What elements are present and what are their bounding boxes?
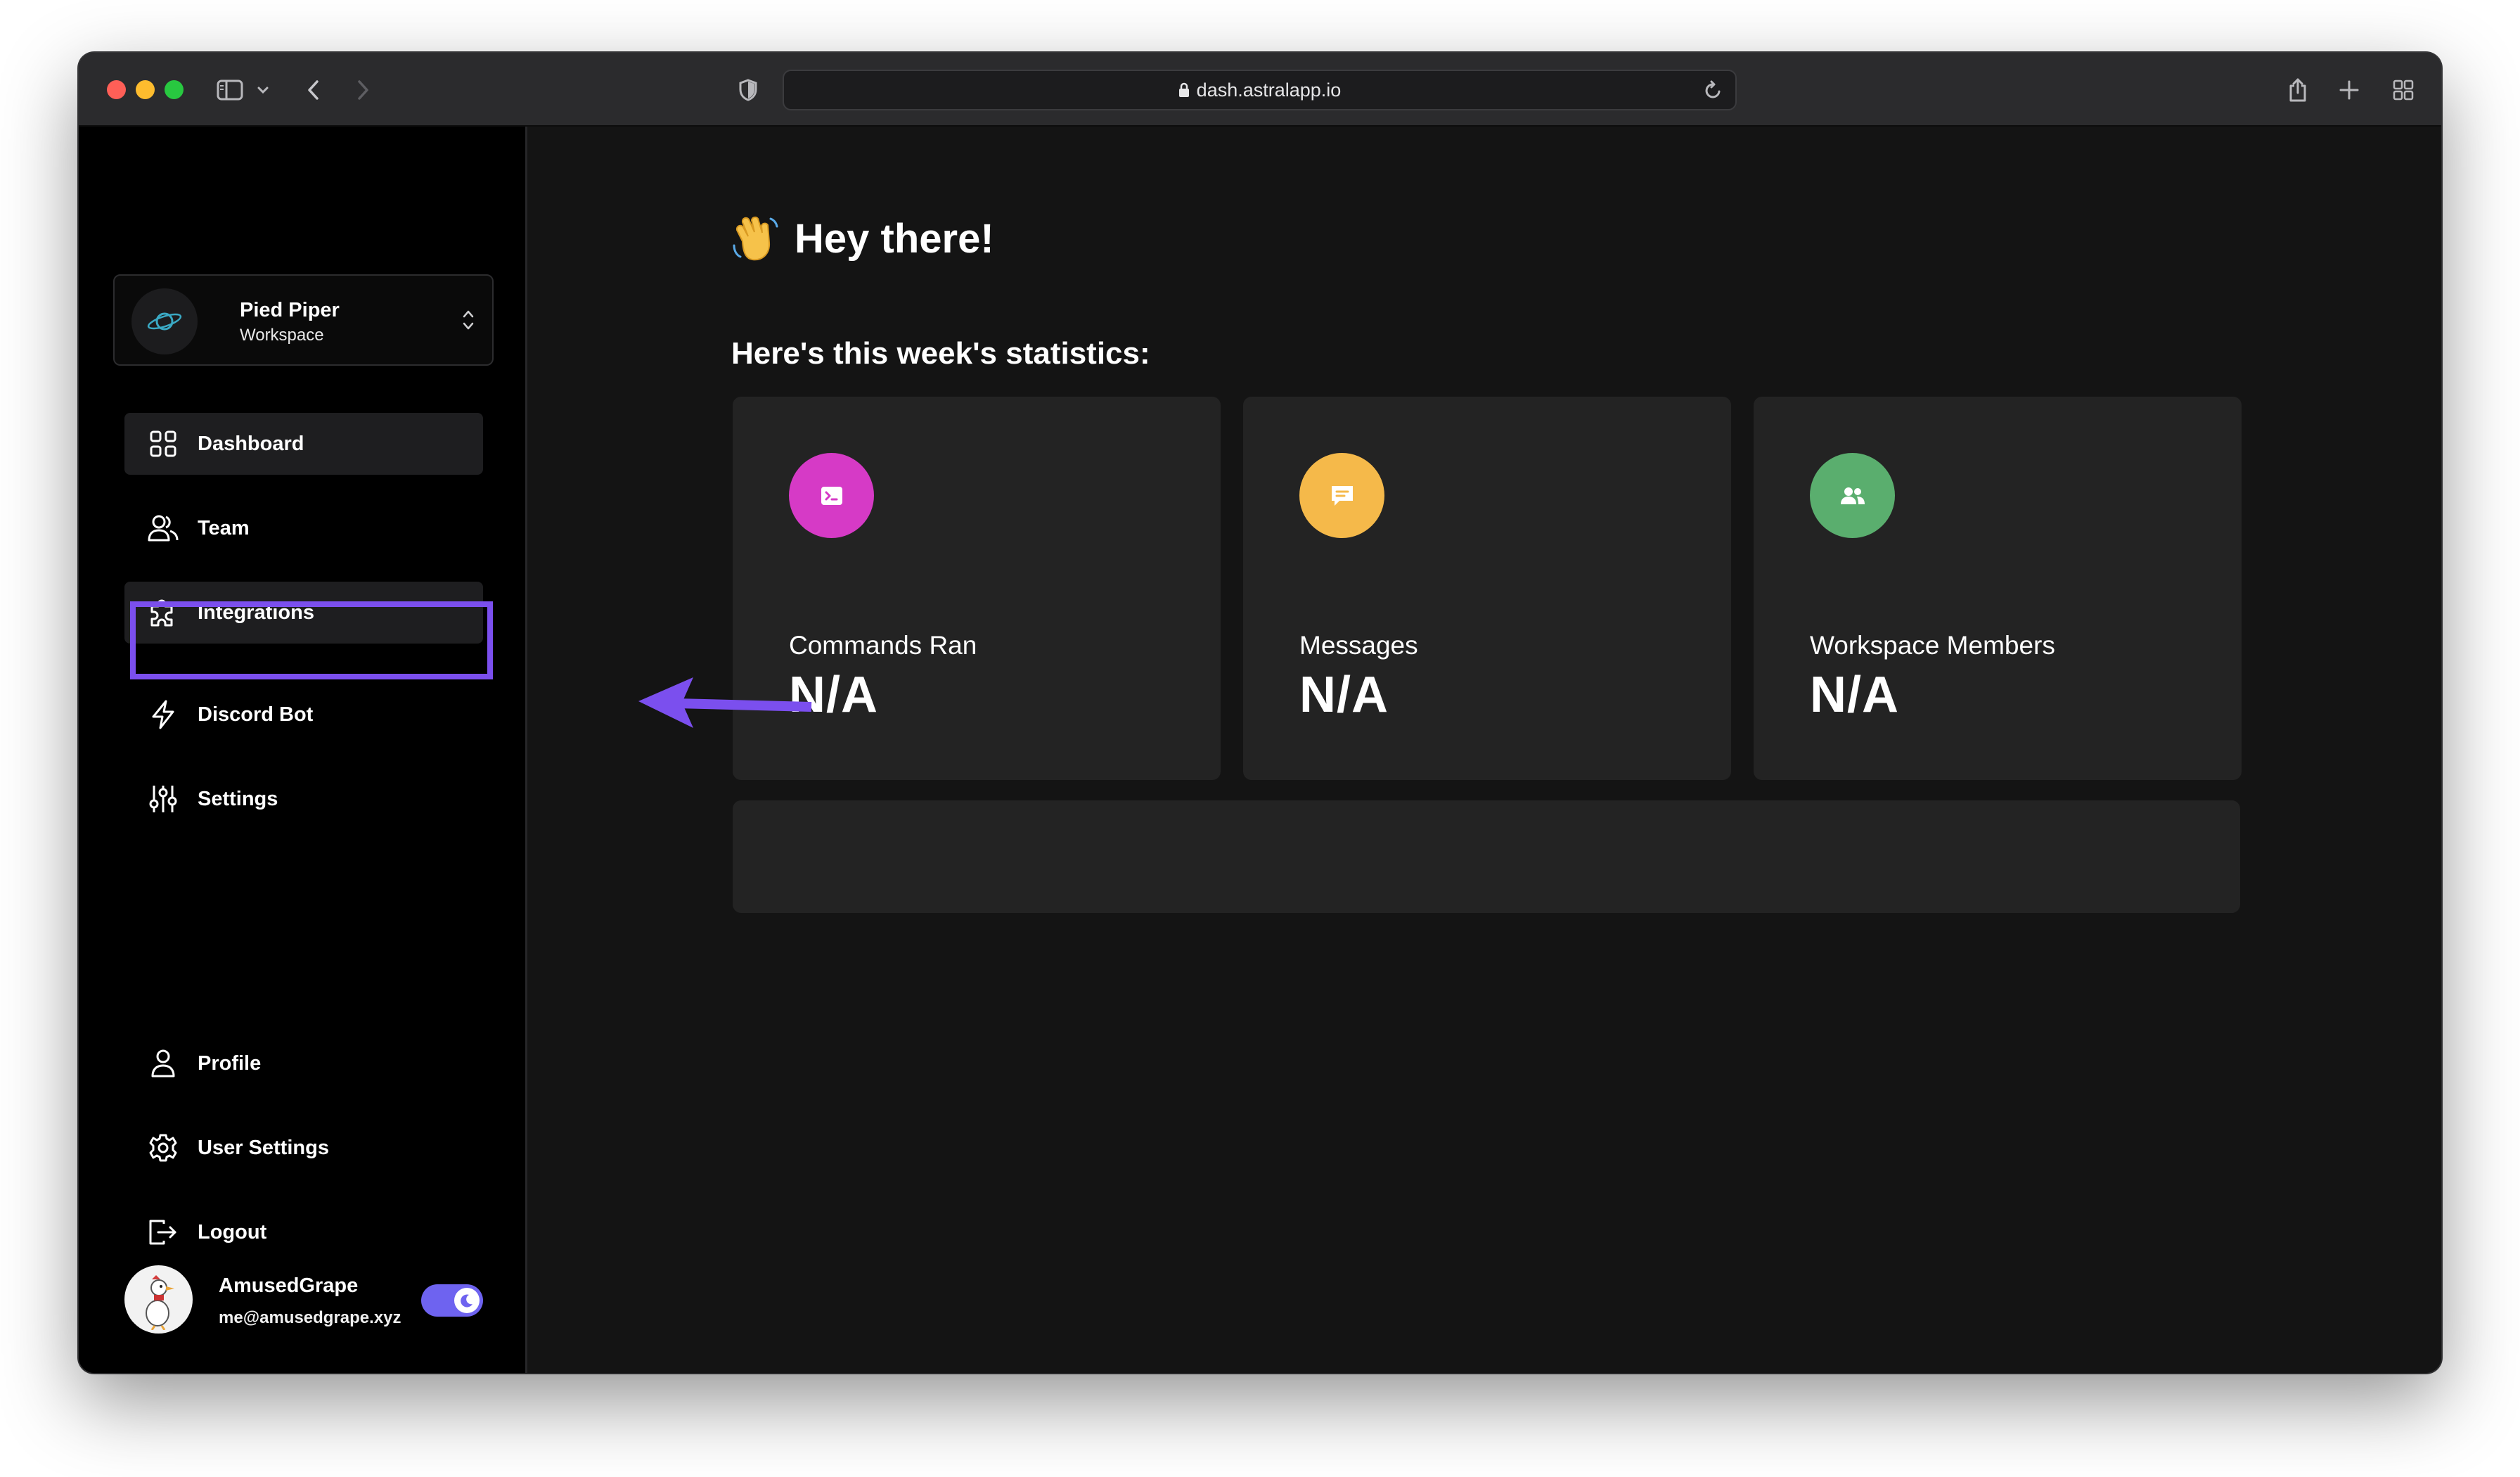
- sidebar-item-label: Settings: [198, 787, 278, 810]
- forward-icon[interactable]: [353, 74, 374, 106]
- address-bar[interactable]: dash.astralapp.io: [783, 70, 1737, 110]
- planet-logo-icon: [131, 288, 198, 354]
- workspace-name: Pied Piper: [240, 299, 340, 321]
- dark-mode-toggle[interactable]: [421, 1284, 483, 1317]
- close-window-button[interactable]: [107, 80, 126, 99]
- stat-value: N/A: [1299, 667, 1389, 723]
- sidebar-item-integrations[interactable]: Integrations: [124, 582, 483, 644]
- sidebar-item-profile[interactable]: Profile: [124, 1032, 483, 1094]
- browser-toolbar: dash.astralapp.io: [79, 53, 2441, 127]
- sidebar-item-label: Integrations: [198, 601, 314, 624]
- sidebar: Pied Piper Workspace Dashboard Team Inte…: [79, 127, 527, 1373]
- users-icon: [148, 513, 179, 544]
- sidebar-toggle-icon[interactable]: [214, 74, 246, 106]
- sidebar-item-label: Team: [198, 516, 250, 539]
- chevron-down-icon[interactable]: [256, 74, 270, 106]
- puzzle-icon: [148, 597, 179, 628]
- stat-card-members: Workspace Members N/A: [1754, 397, 2242, 780]
- user-email: me@amusedgrape.xyz: [219, 1308, 401, 1327]
- maximize-window-button[interactable]: [165, 80, 184, 99]
- grid-icon: [148, 428, 179, 459]
- lightning-icon: [148, 699, 179, 730]
- sidebar-item-discord-bot[interactable]: Discord Bot: [124, 684, 483, 746]
- share-icon[interactable]: [2285, 74, 2310, 106]
- terminal-icon: [789, 453, 874, 538]
- sidebar-item-logout[interactable]: Logout: [124, 1201, 483, 1263]
- members-icon: [1810, 453, 1895, 538]
- sidebar-item-label: Discord Bot: [198, 703, 314, 726]
- moon-icon: [454, 1288, 480, 1313]
- stats-heading: Here's this week's statistics:: [731, 336, 1150, 371]
- privacy-shield-icon[interactable]: [735, 74, 761, 106]
- sidebar-item-settings[interactable]: Settings: [124, 768, 483, 830]
- url-text: dash.astralapp.io: [1196, 79, 1342, 101]
- sidebar-item-label: Profile: [198, 1051, 262, 1075]
- message-icon: [1299, 453, 1384, 538]
- main-content: Hey there! Here's this week's statistics…: [529, 127, 2441, 1373]
- workspace-switcher[interactable]: Pied Piper Workspace: [113, 274, 494, 366]
- sliders-icon: [148, 784, 179, 814]
- stat-label: Messages: [1299, 631, 1418, 660]
- sidebar-item-label: User Settings: [198, 1136, 329, 1159]
- activity-panel: [733, 800, 2240, 913]
- lock-icon: [1178, 82, 1190, 98]
- sidebar-item-dashboard[interactable]: Dashboard: [124, 413, 483, 475]
- stat-value: N/A: [1810, 667, 1899, 723]
- stat-label: Commands Ran: [789, 631, 977, 660]
- workspace-subtitle: Workspace: [240, 326, 324, 345]
- sidebar-item-user-settings[interactable]: User Settings: [124, 1117, 483, 1179]
- browser-window: dash.astralapp.io Pied Piper Workspace D…: [79, 53, 2441, 1373]
- waving-hand-icon: [730, 213, 780, 264]
- user-profile-card: AmusedGrape me@amusedgrape.xyz: [124, 1265, 483, 1336]
- tab-overview-icon[interactable]: [2391, 74, 2416, 106]
- user-icon: [148, 1048, 179, 1079]
- annotation-arrow: [638, 677, 812, 728]
- avatar[interactable]: [124, 1265, 193, 1334]
- sidebar-item-team[interactable]: Team: [124, 497, 483, 559]
- user-name: AmusedGrape: [219, 1274, 359, 1297]
- greeting-text: Hey there!: [795, 215, 994, 262]
- stat-card-messages: Messages N/A: [1243, 397, 1731, 780]
- page-title: Hey there!: [730, 213, 994, 264]
- gear-icon: [148, 1132, 179, 1163]
- minimize-window-button[interactable]: [136, 80, 155, 99]
- new-tab-icon[interactable]: [2337, 74, 2361, 106]
- stat-label: Workspace Members: [1810, 631, 2055, 660]
- sidebar-item-label: Logout: [198, 1220, 267, 1243]
- sidebar-item-label: Dashboard: [198, 432, 304, 455]
- logout-icon: [148, 1217, 179, 1248]
- back-icon[interactable]: [302, 74, 323, 106]
- reload-icon[interactable]: [1704, 80, 1723, 105]
- chevron-updown-icon: [461, 308, 475, 335]
